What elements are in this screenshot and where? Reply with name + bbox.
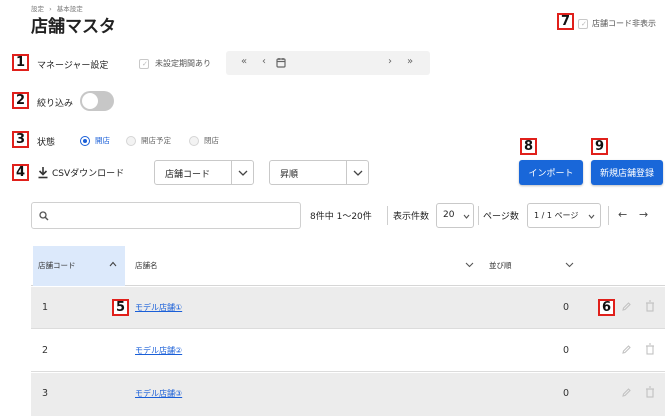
import-button[interactable]: インポート <box>519 160 583 185</box>
status-option-label: 開店 <box>95 136 110 145</box>
annotation-marker-8: 8 <box>520 138 537 155</box>
unset-period-label: 未設定期間あり <box>155 59 211 68</box>
status-option-label: 閉店 <box>204 136 219 145</box>
store-name-link[interactable]: モデル店舗① <box>135 302 182 313</box>
chevron-down-icon <box>346 161 368 184</box>
sort-order-select[interactable]: 昇順 <box>269 160 369 185</box>
display-order-cell: 0 <box>563 388 570 399</box>
status-option-opening-soon[interactable]: 開店予定 <box>126 135 171 146</box>
divider <box>608 206 609 225</box>
calendar-icon[interactable] <box>276 57 286 68</box>
sort-ascending-icon[interactable] <box>109 261 117 267</box>
per-page-value: 20 <box>443 210 455 220</box>
hide-store-code-label: 店舗コード非表示 <box>592 19 656 28</box>
pages-label: ページ数 <box>483 212 519 222</box>
search-icon <box>39 211 49 221</box>
unset-period-filter[interactable]: ✓ 未設定期間あり <box>139 58 211 69</box>
hide-store-code-toggle[interactable]: ✓ 店舗コード非表示 <box>578 18 656 29</box>
chevron-down-icon[interactable] <box>565 262 574 268</box>
chevron-down-icon[interactable] <box>465 262 474 268</box>
store-code-cell: 3 <box>42 388 49 399</box>
page-title: 店舗マスタ <box>31 17 116 37</box>
csv-download-label: CSVダウンロード <box>52 169 125 179</box>
annotation-marker-4: 4 <box>12 164 29 181</box>
store-name-link[interactable]: モデル店舗② <box>135 345 182 356</box>
divider <box>387 206 388 225</box>
column-header-display-order[interactable]: 並び順 <box>489 260 512 271</box>
annotation-marker-9: 9 <box>591 138 608 155</box>
download-icon <box>38 167 48 179</box>
edit-pencil-icon[interactable] <box>621 387 632 398</box>
new-store-button[interactable]: 新規店舗登録 <box>591 160 663 185</box>
column-header-store-name[interactable]: 店舗名 <box>135 260 158 271</box>
status-option-label: 開店予定 <box>141 136 171 145</box>
display-order-cell: 0 <box>563 345 570 356</box>
annotation-marker-6: 6 <box>598 299 615 316</box>
chevron-down-icon <box>231 161 253 184</box>
column-header-store-code[interactable]: 店舗コード <box>33 246 125 286</box>
annotation-marker-1: 1 <box>12 54 29 71</box>
table-header: 店舗コード 店舗名 並び順 <box>31 246 665 286</box>
chevron-down-icon <box>588 214 595 219</box>
search-input[interactable] <box>31 202 301 229</box>
annotation-marker-2: 2 <box>12 92 29 109</box>
unset-period-checkbox[interactable]: ✓ <box>139 58 149 69</box>
last-period-button[interactable]: » <box>407 56 413 67</box>
per-page-label: 表示件数 <box>393 212 430 222</box>
filter-toggle[interactable] <box>80 91 114 111</box>
table-row[interactable]: 3 モデル店舗③ 0 <box>31 373 665 416</box>
first-period-button[interactable]: « <box>241 56 247 67</box>
radio-icon[interactable] <box>189 135 199 146</box>
csv-download-button[interactable]: CSVダウンロード <box>37 166 124 179</box>
annotation-marker-3: 3 <box>12 131 29 148</box>
sort-field-select[interactable]: 店舗コード <box>154 160 254 185</box>
trash-icon[interactable] <box>645 343 655 355</box>
trash-icon[interactable] <box>645 386 655 398</box>
divider <box>478 206 479 225</box>
edit-pencil-icon[interactable] <box>621 301 632 312</box>
trash-icon[interactable] <box>645 300 655 312</box>
status-label: 状態 <box>37 138 56 148</box>
result-count: 8件中 1～20件 <box>310 212 372 222</box>
annotation-marker-7: 7 <box>557 13 574 30</box>
page-value: 1 / 1 ページ <box>534 211 579 220</box>
annotation-marker-5: 5 <box>112 299 129 316</box>
next-page-arrow-icon[interactable]: → <box>639 208 648 221</box>
chevron-down-icon <box>463 214 470 219</box>
table-row[interactable]: 2 モデル店舗② 0 <box>31 330 665 372</box>
sort-field-value: 店舗コード <box>165 170 211 180</box>
status-option-open[interactable]: 開店 <box>80 135 110 146</box>
store-code-cell: 1 <box>42 302 49 313</box>
edit-pencil-icon[interactable] <box>621 344 632 355</box>
manager-settings-label: マネージャー設定 <box>37 61 109 71</box>
display-order-cell: 0 <box>563 302 570 313</box>
column-header-label: 店舗コード <box>38 261 76 270</box>
period-navigator: « ‹ › » <box>226 51 430 75</box>
radio-selected-icon[interactable] <box>80 135 90 146</box>
toggle-knob <box>82 93 98 109</box>
store-name-link[interactable]: モデル店舗③ <box>135 388 182 399</box>
list-toolbar: 8件中 1～20件 表示件数 20 ページ数 1 / 1 ページ ← → <box>31 202 665 229</box>
filter-label: 絞り込み <box>37 99 74 109</box>
hide-store-code-checkbox[interactable]: ✓ <box>578 18 588 29</box>
sort-order-value: 昇順 <box>280 170 299 180</box>
store-code-cell: 2 <box>42 345 49 356</box>
next-period-button[interactable]: › <box>388 56 392 67</box>
status-option-closed[interactable]: 閉店 <box>189 135 219 146</box>
radio-icon[interactable] <box>126 135 136 146</box>
page-select[interactable]: 1 / 1 ページ <box>527 203 601 228</box>
per-page-select[interactable]: 20 <box>436 203 474 228</box>
check-icon: ✓ <box>581 19 587 28</box>
check-icon: ✓ <box>142 59 148 68</box>
prev-page-arrow-icon[interactable]: ← <box>618 208 627 221</box>
previous-period-button[interactable]: ‹ <box>262 56 266 67</box>
